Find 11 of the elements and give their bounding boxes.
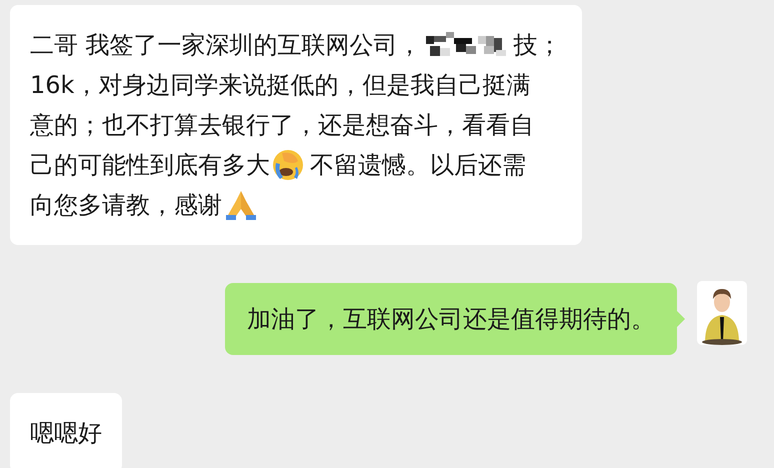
message-text: 16k，对身边同学来说挺低的，但是我自己挺满 [30, 70, 530, 101]
facepalm-emoji-icon [272, 149, 304, 181]
message-text: 技； [514, 30, 562, 61]
message-text: 加油了，互联网公司还是值得期待的。 [247, 304, 655, 335]
avatar [697, 281, 747, 345]
message-text: 二哥 我签了一家深圳的互联网公司， [30, 30, 422, 61]
message-text: 嗯嗯好 [30, 418, 102, 449]
message-text: 己的可能性到底有多大 [30, 150, 270, 181]
message-text: 意的；也不打算去银行了，还是想奋斗，看看自 [30, 110, 534, 141]
message-text: 不留遗憾。以后还需 [310, 150, 526, 181]
message-text: 向您多请教，感谢 [30, 190, 222, 221]
